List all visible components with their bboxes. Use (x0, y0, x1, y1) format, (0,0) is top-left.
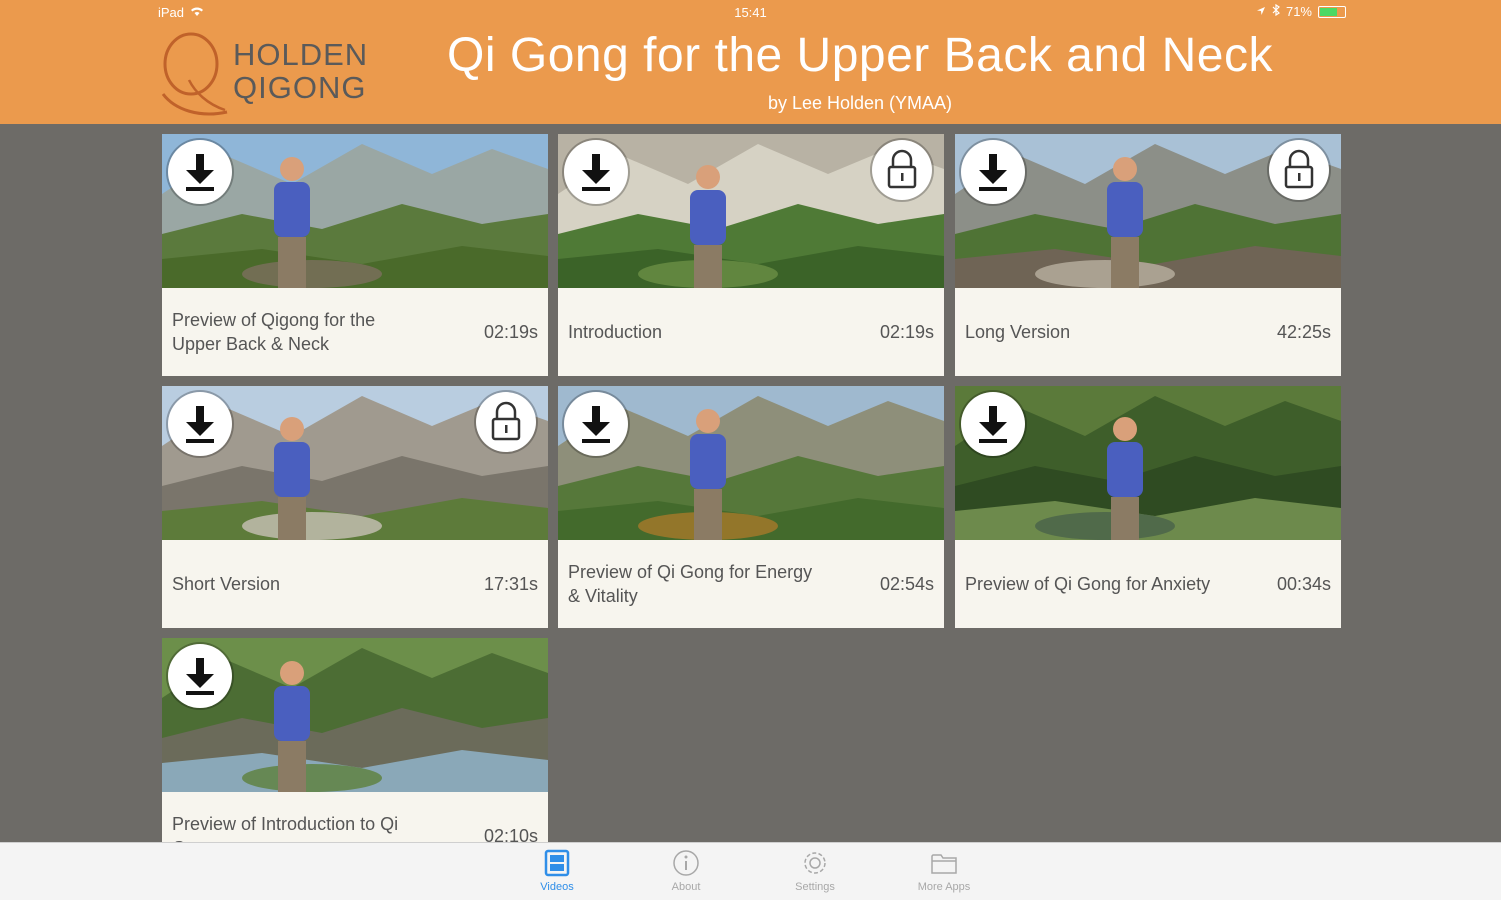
lock-button[interactable] (1269, 140, 1329, 200)
logo-q-icon (161, 32, 228, 116)
video-title: Preview of Qi Gong for Energy & Vitality (568, 562, 813, 606)
video-info: Preview of Introduction to Qi Gong 02:10s (162, 792, 548, 842)
tab-more-apps[interactable]: More Apps (904, 849, 984, 899)
lock-icon (1284, 149, 1314, 189)
video-thumbnail[interactable] (162, 386, 548, 540)
video-info: Introduction 02:19s (558, 288, 944, 376)
lock-icon (887, 149, 917, 189)
status-right: 71% (1256, 3, 1346, 19)
download-button[interactable] (168, 392, 232, 456)
logo-line1: HOLDEN (233, 37, 369, 72)
video-card[interactable]: Long Version 42:25s (955, 134, 1341, 376)
video-thumbnail[interactable] (162, 134, 548, 288)
page-title: Qi Gong for the Upper Back and Neck (447, 29, 1273, 82)
tab-videos-label: Videos (540, 881, 574, 893)
download-icon (979, 154, 1007, 191)
battery-fill (1320, 7, 1337, 16)
video-title: Short Version (172, 574, 281, 594)
tab-more-apps-label: More Apps (917, 881, 971, 893)
video-duration: 02:10s (483, 825, 538, 843)
video-title: Preview of Qi Gong for Anxiety (965, 574, 1211, 594)
video-info: Preview of Qi Gong for Anxiety 00:34s (955, 540, 1341, 628)
download-button[interactable] (564, 392, 628, 456)
download-icon (979, 406, 1007, 443)
lock-icon (491, 401, 521, 441)
lock-button[interactable] (872, 140, 932, 200)
video-info: Preview of Qi Gong for Energy & Vitality… (558, 540, 944, 628)
tab-settings-label: Settings (795, 881, 835, 893)
video-card[interactable]: Preview of Qigong for the Upper Back & N… (162, 134, 548, 376)
info-icon (646, 849, 726, 877)
video-card[interactable]: Preview of Qi Gong for Energy & Vitality… (558, 386, 944, 628)
video-grid: Preview of Qigong for the Upper Back & N… (0, 124, 1501, 842)
video-duration: 42:25s (1276, 321, 1331, 342)
video-card[interactable]: Preview of Introduction to Qi Gong 02:10s (162, 638, 548, 842)
app-header: iPad 15:41 71% HOLDEN QIGONG Qi Gong for… (0, 0, 1501, 124)
logo-line2: QIGONG (233, 70, 367, 105)
video-thumbnail[interactable] (162, 638, 548, 792)
video-duration: 02:54s (879, 573, 934, 594)
lock-button[interactable] (476, 392, 536, 452)
bluetooth-icon (1272, 3, 1280, 19)
tab-about[interactable]: About (646, 849, 726, 899)
download-icon (186, 658, 214, 695)
tab-about-label: About (671, 881, 701, 893)
status-bar: iPad 15:41 71% (0, 0, 1501, 24)
tab-videos[interactable]: Videos (517, 849, 597, 899)
video-thumbnail[interactable] (558, 134, 944, 288)
video-card[interactable]: Short Version 17:31s (162, 386, 548, 628)
video-card[interactable]: Preview of Qi Gong for Anxiety 00:34s (955, 386, 1341, 628)
video-info: Long Version 42:25s (955, 288, 1341, 376)
video-duration: 17:31s (483, 573, 538, 594)
video-info: Preview of Qigong for the Upper Back & N… (162, 288, 548, 376)
video-thumbnail[interactable] (558, 386, 944, 540)
video-title: Long Version (965, 322, 1071, 342)
video-duration: 02:19s (879, 321, 934, 342)
tab-settings[interactable]: Settings (775, 849, 855, 899)
download-icon (186, 406, 214, 443)
video-title: Introduction (568, 322, 663, 342)
download-button[interactable] (961, 140, 1025, 204)
video-title: Preview of Introduction to Qi Gong (172, 814, 399, 842)
download-button[interactable] (564, 140, 628, 204)
download-button[interactable] (168, 140, 232, 204)
gear-icon (775, 849, 855, 877)
video-thumbnail[interactable] (955, 386, 1341, 540)
logo-text: HOLDEN QIGONG (233, 38, 368, 104)
download-icon (582, 154, 610, 191)
battery-icon (1318, 5, 1346, 18)
tab-bar: Videos About Settings More Apps (0, 842, 1501, 900)
video-thumbnail[interactable] (955, 134, 1341, 288)
folder-icon (904, 849, 984, 877)
holden-qigong-logo: HOLDEN QIGONG (155, 30, 375, 120)
download-icon (582, 406, 610, 443)
videos-icon (517, 849, 597, 877)
download-icon (186, 154, 214, 191)
video-card[interactable]: Introduction 02:19s (558, 134, 944, 376)
location-icon (1256, 4, 1266, 19)
battery-percent: 71% (1285, 4, 1312, 19)
download-button[interactable] (168, 644, 232, 708)
download-button[interactable] (961, 392, 1025, 456)
page-subtitle: by Lee Holden (YMAA) (767, 93, 953, 113)
video-info: Short Version 17:31s (162, 540, 548, 628)
video-title: Preview of Qigong for the Upper Back & N… (172, 310, 376, 354)
video-duration: 02:19s (483, 321, 538, 342)
video-duration: 00:34s (1276, 573, 1331, 594)
